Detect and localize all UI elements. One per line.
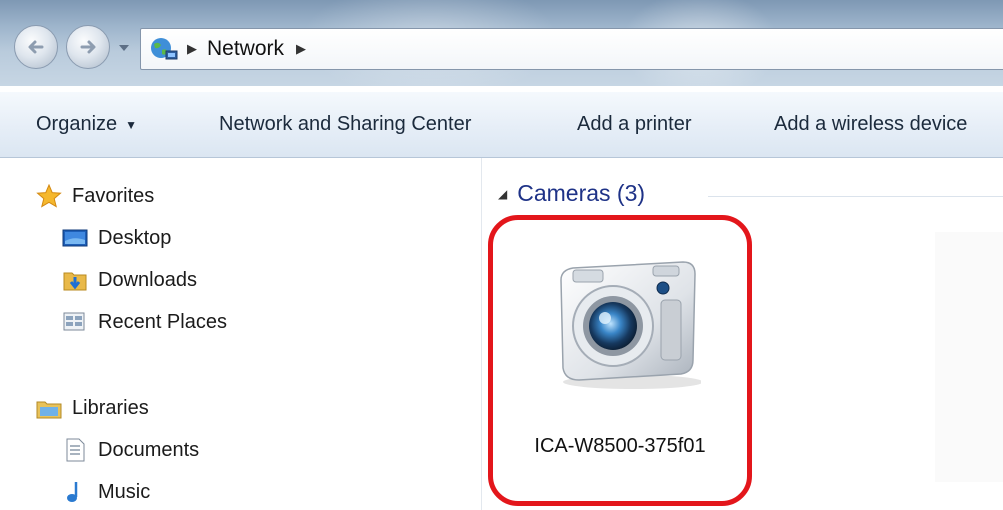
forward-arrow-icon [80, 40, 96, 54]
nav-favorites[interactable]: Favorites [36, 184, 154, 208]
back-arrow-icon [28, 40, 44, 54]
address-bar-area: ▶ Network ▶ [0, 0, 1003, 86]
nav-libraries-label: Libraries [72, 396, 149, 419]
nav-favorites-label: Favorites [72, 184, 155, 207]
downloads-icon [63, 272, 87, 291]
group-header-cameras[interactable]: ◢ Cameras (3) [498, 180, 645, 207]
organize-button[interactable]: Organize ▼ [36, 113, 137, 136]
music-icon [67, 482, 78, 502]
breadcrumb-network[interactable]: Network [207, 37, 284, 61]
desktop-icon [62, 229, 88, 247]
nav-item-label: Desktop [98, 226, 172, 249]
organize-label: Organize [36, 113, 118, 135]
camera-icon [560, 261, 701, 389]
back-button[interactable] [14, 25, 58, 69]
nav-item-label: Downloads [98, 268, 197, 291]
group-divider [708, 196, 1003, 197]
command-bar: Organize ▼ Network and Sharing Center Add… [0, 92, 1003, 158]
star-icon [36, 184, 62, 208]
navigation-pane: Favorites Desktop Downloads Recent Place… [0, 158, 482, 510]
address-field[interactable]: ▶ Network ▶ [140, 28, 1003, 70]
nav-item-documents[interactable]: Documents [62, 438, 199, 462]
content-area-shade [935, 232, 1003, 482]
collapse-triangle-icon[interactable]: ◢ [498, 187, 507, 201]
nav-item-label: Music [98, 480, 151, 503]
nav-libraries[interactable]: Libraries [36, 396, 149, 420]
camera-device-item[interactable]: ICA-W8500-375f01 [488, 215, 752, 506]
history-dropdown-icon[interactable] [118, 44, 130, 52]
breadcrumb-separator[interactable]: ▶ [187, 41, 197, 57]
forward-button[interactable] [66, 25, 110, 69]
breadcrumb-separator[interactable]: ▶ [296, 41, 306, 57]
network-globe-icon [151, 38, 178, 60]
nav-item-label: Documents [98, 438, 200, 461]
add-wireless-device-button[interactable]: Add a wireless device [774, 113, 967, 136]
nav-item-recent-places[interactable]: Recent Places [62, 310, 227, 334]
camera-device-label: ICA-W8500-375f01 [534, 435, 706, 457]
nav-item-desktop[interactable]: Desktop [62, 226, 171, 250]
nav-item-label: Recent Places [98, 310, 227, 333]
chevron-down-icon: ▼ [125, 117, 138, 132]
nav-item-downloads[interactable]: Downloads [62, 268, 197, 292]
network-sharing-center-button[interactable]: Network and Sharing Center [219, 113, 471, 136]
group-title: Cameras (3) [517, 180, 646, 206]
documents-icon [66, 438, 85, 462]
add-printer-button[interactable]: Add a printer [577, 113, 692, 136]
recent-places-icon [63, 312, 85, 331]
libraries-icon [36, 401, 62, 419]
nav-item-music[interactable]: Music [62, 480, 150, 504]
